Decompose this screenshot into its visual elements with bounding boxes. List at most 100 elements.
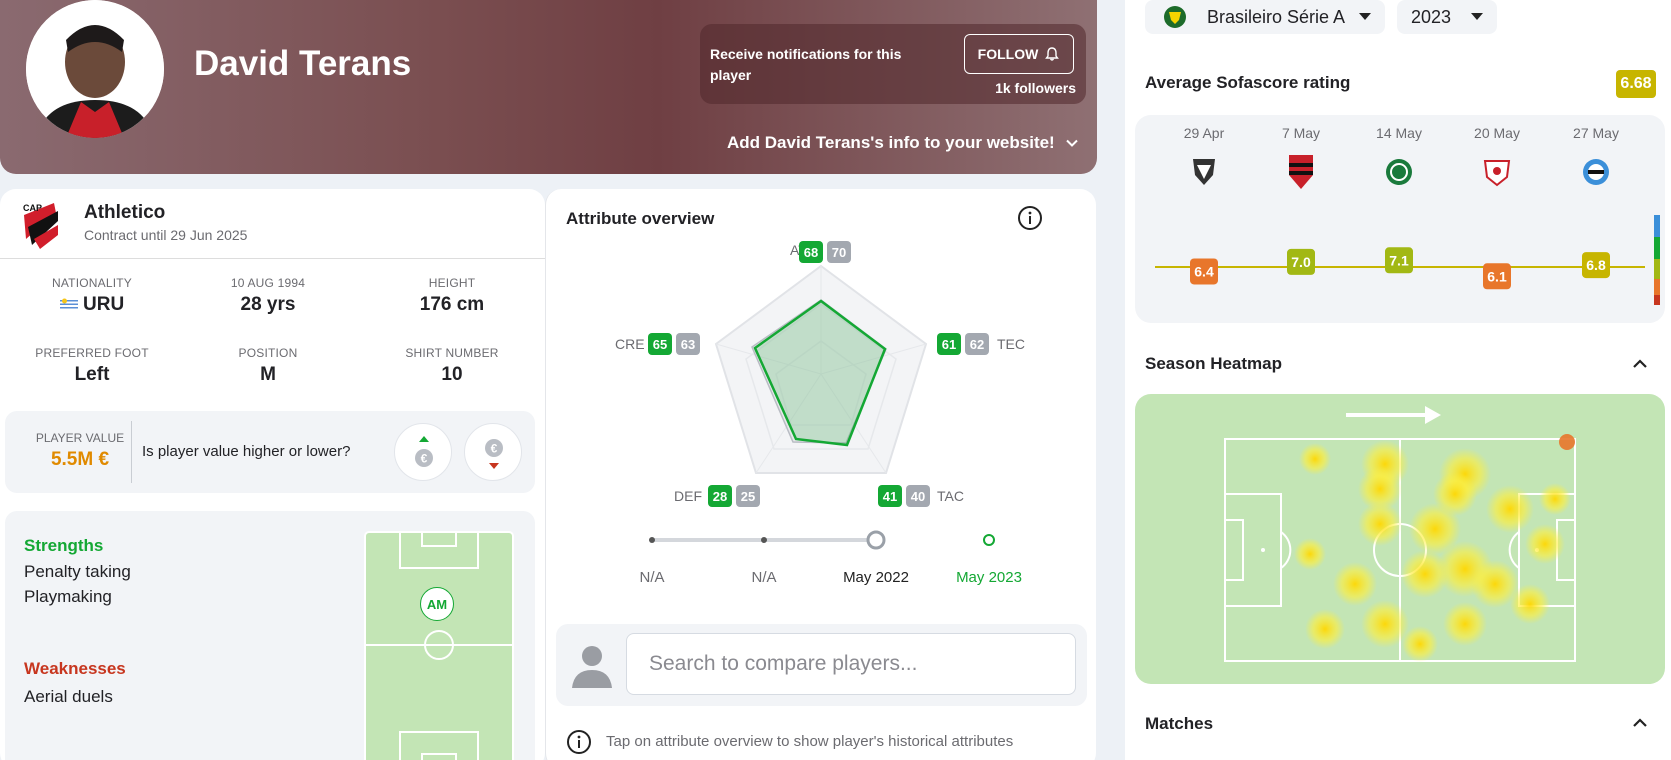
player-value-amount: 5.5M €: [50, 449, 110, 470]
position-marker: AM: [420, 587, 454, 621]
attr-current: 41: [883, 489, 897, 504]
add-info-link[interactable]: Add David Terans's info to your website!: [727, 133, 1079, 153]
match-date: 20 May: [1474, 125, 1520, 141]
team-row[interactable]: CAP Athletico Contract until 29 Jun 2025: [0, 189, 545, 259]
timeline-point[interactable]: [866, 530, 886, 550]
age-value: 28 yrs: [240, 294, 296, 315]
attr-avg: 25: [741, 489, 755, 504]
season-value: 2023: [1411, 6, 1452, 27]
svg-text:CAP: CAP: [23, 203, 42, 213]
rating-value: 6.4: [1194, 263, 1214, 279]
position-stat: POSITION M: [176, 346, 360, 386]
timeline-point[interactable]: [983, 534, 995, 546]
nationality-label: NATIONALITY: [52, 276, 132, 290]
player-header: David Terans Receive notifications for t…: [0, 0, 1097, 174]
value-lower-button[interactable]: €: [464, 423, 522, 481]
height-value: 176 cm: [419, 294, 485, 315]
timeline-label: May 2023: [956, 569, 1022, 586]
followers-count: 1k followers: [995, 80, 1076, 96]
rating-badge-1[interactable]: 7.0: [1287, 248, 1315, 275]
nationality-value: URU: [83, 294, 125, 315]
season-select[interactable]: 2023: [1397, 0, 1497, 34]
attr-avg: 70: [832, 245, 846, 260]
league-name: Brasileiro Série A: [1207, 6, 1346, 27]
svg-text:€: €: [491, 442, 498, 456]
chevron-up-icon[interactable]: [1631, 714, 1649, 732]
attribute-tac: 41 40 TAC: [878, 485, 964, 507]
compare-search-input[interactable]: [626, 633, 1076, 695]
opponent-crest-icon: [1193, 159, 1215, 185]
opponent-crest-icon: [1483, 160, 1511, 187]
timeline-point[interactable]: [761, 537, 767, 543]
nationality-stat: NATIONALITY URU: [0, 276, 184, 316]
league-logo-icon: [1164, 6, 1186, 28]
attribute-att: ATT 68 70: [790, 241, 851, 263]
matches-title: Matches: [1145, 714, 1214, 733]
strength-item: Penalty taking: [24, 562, 131, 581]
add-info-label: Add David Terans's info to your website!: [727, 133, 1055, 152]
rating-value: 7.1: [1389, 252, 1409, 268]
caret-down-icon: [1359, 13, 1371, 20]
attribute-radar-chart[interactable]: ATT 68 70 61 62 TEC 41 40 TAC DEF 28 25: [546, 229, 1097, 609]
attr-current: 61: [942, 337, 956, 352]
attribute-tec: 61 62 TEC: [937, 333, 1025, 355]
timeline-label: May 2022: [843, 569, 909, 586]
height-label: HEIGHT: [428, 276, 476, 290]
match-date: 29 Apr: [1184, 125, 1225, 141]
match-date: 27 May: [1573, 125, 1619, 141]
age-stat: 10 AUG 1994 28 yrs: [176, 276, 360, 316]
season-heatmap-card: [1135, 394, 1665, 684]
team-name: Athletico: [84, 202, 166, 223]
info-icon: [567, 730, 591, 754]
divider: [131, 421, 132, 483]
match-date: 7 May: [1282, 125, 1320, 141]
foot-value: Left: [74, 364, 110, 385]
chevron-up-icon[interactable]: [1631, 355, 1649, 373]
shirt-stat: SHIRT NUMBER 10: [360, 346, 544, 386]
rating-value: 6.8: [1586, 257, 1606, 273]
timeline-point[interactable]: [649, 537, 655, 543]
rating-badge-0[interactable]: 6.4: [1190, 258, 1218, 285]
svg-text:€: €: [421, 452, 428, 466]
rating-chart[interactable]: 29 Apr 7 May 14 May 20 May 27 May 6.4 7.0…: [1135, 115, 1665, 323]
value-question: Is player value higher or lower?: [142, 443, 351, 460]
heatmap-title: Season Heatmap: [1145, 354, 1282, 373]
season-heatmap[interactable]: [1135, 394, 1665, 684]
opponent-crest-icon: [1386, 159, 1412, 185]
attribute-cre: CRE 65 63: [615, 333, 700, 355]
opponent-crest-icon: [1289, 155, 1313, 189]
attr-label: DEF: [674, 488, 702, 504]
weakness-item: Aerial duels: [24, 687, 113, 706]
strengths-title: Strengths: [24, 536, 104, 555]
attribute-overview-title: Attribute overview: [566, 209, 715, 228]
league-selector-bar: Brasileiro Série A 2023: [1135, 0, 1665, 44]
opponent-crest-icon: [1583, 159, 1609, 185]
position-label: POSITION: [238, 346, 298, 360]
league-select[interactable]: Brasileiro Série A: [1145, 0, 1385, 34]
nationality-value-row: URU: [0, 294, 184, 316]
follow-button[interactable]: FOLLOW: [964, 34, 1074, 74]
rating-badge-3[interactable]: 6.1: [1483, 263, 1511, 290]
attr-avg: 63: [681, 337, 695, 352]
rating-badge-2[interactable]: 7.1: [1385, 247, 1413, 274]
attribute-overview-card: Attribute overview ATT 68 70 61 62: [545, 189, 1096, 760]
attr-current: 68: [804, 245, 818, 260]
chevron-down-icon: [1066, 139, 1078, 147]
player-avatar: [26, 0, 164, 138]
euro-down-icon: €: [485, 439, 503, 469]
average-rating-badge: 6.68: [1616, 70, 1656, 98]
attribute-def: DEF 28 25: [674, 485, 760, 507]
euro-up-icon: €: [415, 436, 433, 467]
attr-label: TEC: [997, 336, 1025, 352]
rating-badge-4[interactable]: 6.8: [1582, 252, 1610, 279]
uruguay-flag-icon: [59, 297, 78, 311]
attr-current: 28: [713, 489, 727, 504]
strengths-weaknesses-box: Strengths Penalty taking Playmaking Weak…: [5, 511, 535, 760]
attr-avg: 40: [911, 489, 925, 504]
caret-down-icon: [1471, 13, 1483, 20]
weaknesses-title: Weaknesses: [24, 659, 126, 678]
bell-icon: [1045, 47, 1060, 61]
value-higher-button[interactable]: €: [394, 423, 452, 481]
info-icon[interactable]: [1017, 205, 1043, 231]
foot-label: PREFERRED FOOT: [35, 346, 149, 360]
